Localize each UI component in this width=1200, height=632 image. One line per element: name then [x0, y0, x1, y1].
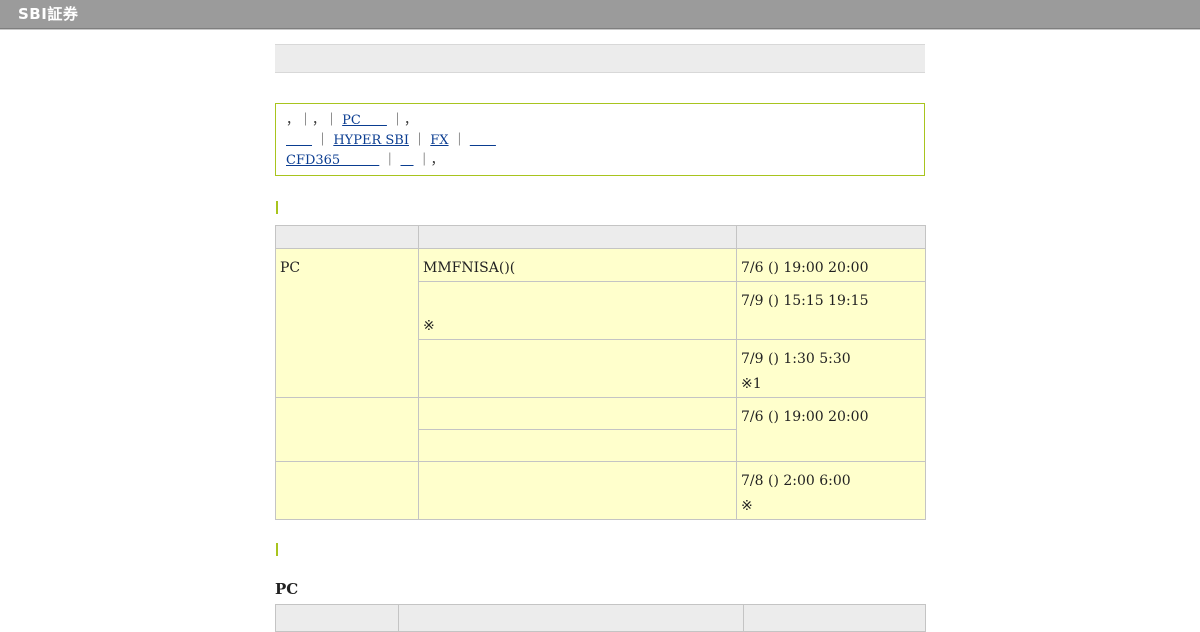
cfd365-link[interactable]: CFD365＿＿＿ — [286, 153, 379, 168]
content-cell: MMFNISA()( — [418, 248, 737, 282]
notice-link[interactable]: ＿ — [401, 153, 414, 168]
time-text: 7/9 () 1:30 5:30 — [741, 351, 851, 367]
pc-schedule-table — [275, 604, 926, 632]
table-header-row — [275, 604, 926, 632]
notice-text: ，｜，｜ — [286, 113, 339, 128]
content-cell — [418, 397, 737, 430]
notice-text: ｜， — [417, 153, 444, 168]
column-header — [418, 225, 737, 249]
notice-link[interactable]: ＿＿ — [286, 133, 312, 148]
top-bar-divider — [0, 29, 1200, 30]
service-cell — [275, 461, 419, 520]
table-row: 7/8 () 2:00 6:00 ※ — [275, 461, 926, 520]
service-cell: PC — [275, 248, 419, 398]
time-cell: 7/6 () 19:00 20:00 — [736, 397, 926, 462]
notice-link[interactable]: ＿＿ — [470, 133, 496, 148]
column-header — [398, 604, 744, 632]
notice-line-2: ＿＿ ｜ HYPER SBI ｜ FX ｜ ＿＿ — [286, 131, 914, 151]
page-title-bar — [275, 44, 925, 73]
table-row: 7/6 () 19:00 20:00 — [275, 397, 926, 462]
time-cell: 7/9 () 15:15 19:15 — [736, 281, 926, 340]
notice-text: ｜， — [391, 113, 418, 128]
maintenance-schedule-table: PC MMFNISA()( 7/6 () 19:00 20:00 ※ 7/9 (… — [275, 225, 926, 520]
column-header — [275, 225, 419, 249]
time-text: 7/9 () 15:15 19:15 — [741, 293, 869, 309]
time-note: ※ — [741, 498, 753, 514]
content-cell: ※ — [418, 281, 737, 340]
section-marker — [276, 543, 278, 556]
separator: ｜ — [413, 133, 427, 148]
notice-line-1: ，｜，｜ PC＿＿ ｜， — [286, 111, 914, 131]
time-cell: 7/6 () 19:00 20:00 — [736, 248, 926, 282]
separator: ｜ — [383, 153, 397, 168]
table-row: PC MMFNISA()( 7/6 () 19:00 20:00 — [275, 248, 926, 398]
time-text: 7/8 () 2:00 6:00 — [741, 473, 851, 489]
section-marker — [276, 201, 278, 214]
notice-line-3: CFD365＿＿＿ ｜ ＿ ｜， — [286, 151, 914, 171]
column-header — [743, 604, 926, 632]
content-cell — [418, 429, 737, 462]
top-bar: SBI証券 — [0, 0, 1200, 29]
hyper-sbi-link[interactable]: HYPER SBI — [333, 133, 409, 148]
time-text: 7/6 () 19:00 20:00 — [741, 409, 869, 425]
service-cell — [275, 397, 419, 462]
time-text: 7/6 () 19:00 20:00 — [741, 260, 869, 276]
column-header — [275, 604, 399, 632]
section-heading: PC — [275, 580, 299, 598]
content-cell — [418, 461, 737, 520]
time-note: ※1 — [741, 376, 762, 392]
content-text — [423, 289, 732, 314]
notice-box: ，｜，｜ PC＿＿ ｜， ＿＿ ｜ HYPER SBI ｜ FX ｜ ＿＿ CF… — [275, 103, 925, 176]
time-cell: 7/9 () 1:30 5:30 ※1 — [736, 339, 926, 398]
fx-link[interactable]: FX — [430, 133, 448, 148]
sbi-logo[interactable]: SBI証券 — [18, 4, 78, 24]
pc-link[interactable]: PC＿＿ — [342, 113, 387, 128]
content-note: ※ — [423, 318, 435, 334]
content-cell — [418, 339, 737, 398]
table-header-row — [275, 225, 926, 249]
column-header — [736, 225, 926, 249]
separator: ｜ — [452, 133, 466, 148]
separator: ｜ — [316, 133, 330, 148]
time-cell: 7/8 () 2:00 6:00 ※ — [736, 461, 926, 520]
